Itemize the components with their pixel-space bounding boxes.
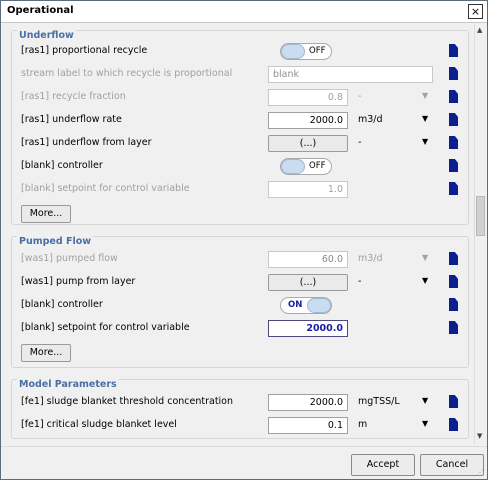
row-label: [ras1] recycle fraction [21, 91, 126, 102]
row-underflow-from-layer: [ras1] underflow from layer (...) - ▼ [12, 134, 468, 154]
row-label: [fe1] critical sludge blanket level [21, 419, 177, 430]
group-title-pumped-flow: Pumped Flow [17, 236, 94, 247]
resize-grip-icon[interactable]: ⋰ [476, 468, 484, 477]
row-recycle-fraction: [ras1] recycle fraction 0.8 - ▼ [12, 88, 468, 108]
critical-level-input[interactable]: 0.1 [268, 417, 348, 434]
more-button-pumped-flow[interactable]: More... [21, 344, 71, 362]
row-label: [blank] controller [21, 160, 103, 171]
controller-toggle[interactable]: ON [280, 297, 332, 314]
select-layer-button[interactable]: (...) [268, 274, 348, 291]
scroll-down-icon[interactable]: ▼ [477, 432, 482, 440]
chevron-down-icon[interactable]: ▼ [422, 419, 428, 428]
chevron-down-icon[interactable]: ▼ [422, 114, 428, 123]
row-stream-label: stream label to which recycle is proport… [12, 65, 468, 85]
more-button-underflow[interactable]: More... [21, 205, 71, 223]
scroll-thumb[interactable] [476, 196, 485, 236]
row-label: [blank] setpoint for control variable [21, 183, 190, 194]
group-model-parameters: Model Parameters [fe1] sludge blanket th… [11, 379, 469, 439]
controller-toggle[interactable]: OFF [280, 158, 332, 175]
row-setpoint: [blank] setpoint for control variable 20… [12, 319, 468, 339]
cancel-button[interactable]: Cancel [420, 454, 484, 476]
pumped-flow-input[interactable]: 60.0 [268, 251, 348, 268]
row-label: [ras1] underflow rate [21, 114, 122, 125]
title-bar: Operational × [1, 1, 487, 23]
row-label: [was1] pumped flow [21, 253, 118, 264]
row-label: [ras1] underflow from layer [21, 137, 152, 148]
close-button[interactable]: × [468, 4, 483, 19]
row-label: stream label to which recycle is proport… [21, 68, 233, 79]
document-icon[interactable] [449, 418, 458, 431]
group-underflow: Underflow [ras1] proportional recycle OF… [11, 30, 469, 225]
stream-label-input[interactable]: blank [268, 66, 433, 83]
toggle-state: ON [288, 300, 303, 310]
row-setpoint: [blank] setpoint for control variable 1.… [12, 180, 468, 200]
row-controller: [blank] controller ON [12, 296, 468, 316]
row-sludge-blanket-threshold: [fe1] sludge blanket threshold concentra… [12, 393, 468, 413]
chevron-down-icon[interactable]: ▼ [422, 91, 428, 100]
setpoint-input[interactable]: 1.0 [268, 181, 348, 198]
scroll-content: Underflow [ras1] proportional recycle OF… [3, 24, 473, 444]
document-icon[interactable] [449, 44, 458, 57]
recycle-fraction-input[interactable]: 0.8 [268, 89, 348, 106]
row-label: [blank] controller [21, 299, 103, 310]
vertical-scrollbar[interactable]: ▲ ▼ [474, 24, 486, 444]
accept-button[interactable]: Accept [351, 454, 415, 476]
row-label: [blank] setpoint for control variable [21, 322, 190, 333]
row-pumped-flow: [was1] pumped flow 60.0 m3/d ▼ [12, 250, 468, 270]
toggle-knob [307, 298, 331, 313]
proportional-recycle-toggle[interactable]: OFF [280, 43, 332, 60]
group-pumped-flow: Pumped Flow [was1] pumped flow 60.0 m3/d… [11, 236, 469, 368]
select-layer-button[interactable]: (...) [268, 135, 348, 152]
threshold-concentration-input[interactable]: 2000.0 [268, 394, 348, 411]
unit-label: - [358, 91, 362, 102]
document-icon[interactable] [449, 90, 458, 103]
toggle-state: OFF [309, 161, 326, 171]
document-icon[interactable] [449, 395, 458, 408]
document-icon[interactable] [449, 321, 458, 334]
setpoint-input[interactable]: 2000.0 [268, 320, 348, 337]
row-critical-blanket-level: [fe1] critical sludge blanket level 0.1 … [12, 416, 468, 436]
unit-label: m3/d [358, 114, 383, 125]
chevron-down-icon[interactable]: ▼ [422, 137, 428, 146]
document-icon[interactable] [449, 298, 458, 311]
unit-label: m3/d [358, 253, 383, 264]
row-proportional-recycle: [ras1] proportional recycle OFF [12, 42, 468, 62]
document-icon[interactable] [449, 252, 458, 265]
row-controller: [blank] controller OFF [12, 157, 468, 177]
operational-dialog: Operational × Underflow [ras1] proportio… [0, 0, 488, 480]
row-label: [ras1] proportional recycle [21, 45, 148, 56]
toggle-knob [281, 44, 305, 59]
document-icon[interactable] [449, 275, 458, 288]
underflow-rate-input[interactable]: 2000.0 [268, 112, 348, 129]
document-icon[interactable] [449, 136, 458, 149]
row-underflow-rate: [ras1] underflow rate 2000.0 m3/d ▼ [12, 111, 468, 131]
scroll-up-icon[interactable]: ▲ [477, 26, 482, 34]
chevron-down-icon[interactable]: ▼ [422, 253, 428, 262]
chevron-down-icon[interactable]: ▼ [422, 396, 428, 405]
row-pump-from-layer: [was1] pump from layer (...) - ▼ [12, 273, 468, 293]
unit-label: m [358, 419, 368, 430]
toggle-knob [281, 159, 305, 174]
dialog-title: Operational [7, 5, 74, 16]
document-icon[interactable] [449, 67, 458, 80]
unit-label: - [358, 276, 362, 287]
toggle-state: OFF [309, 46, 326, 56]
unit-label: - [358, 137, 362, 148]
row-label: [was1] pump from layer [21, 276, 136, 287]
chevron-down-icon[interactable]: ▼ [422, 276, 428, 285]
group-title-model-parameters: Model Parameters [17, 379, 119, 390]
document-icon[interactable] [449, 159, 458, 172]
document-icon[interactable] [449, 113, 458, 126]
dialog-footer: Accept Cancel ⋰ [1, 446, 487, 479]
unit-label: mgTSS/L [358, 396, 400, 407]
row-label: [fe1] sludge blanket threshold concentra… [21, 396, 234, 407]
document-icon[interactable] [449, 182, 458, 195]
group-title-underflow: Underflow [17, 30, 76, 41]
